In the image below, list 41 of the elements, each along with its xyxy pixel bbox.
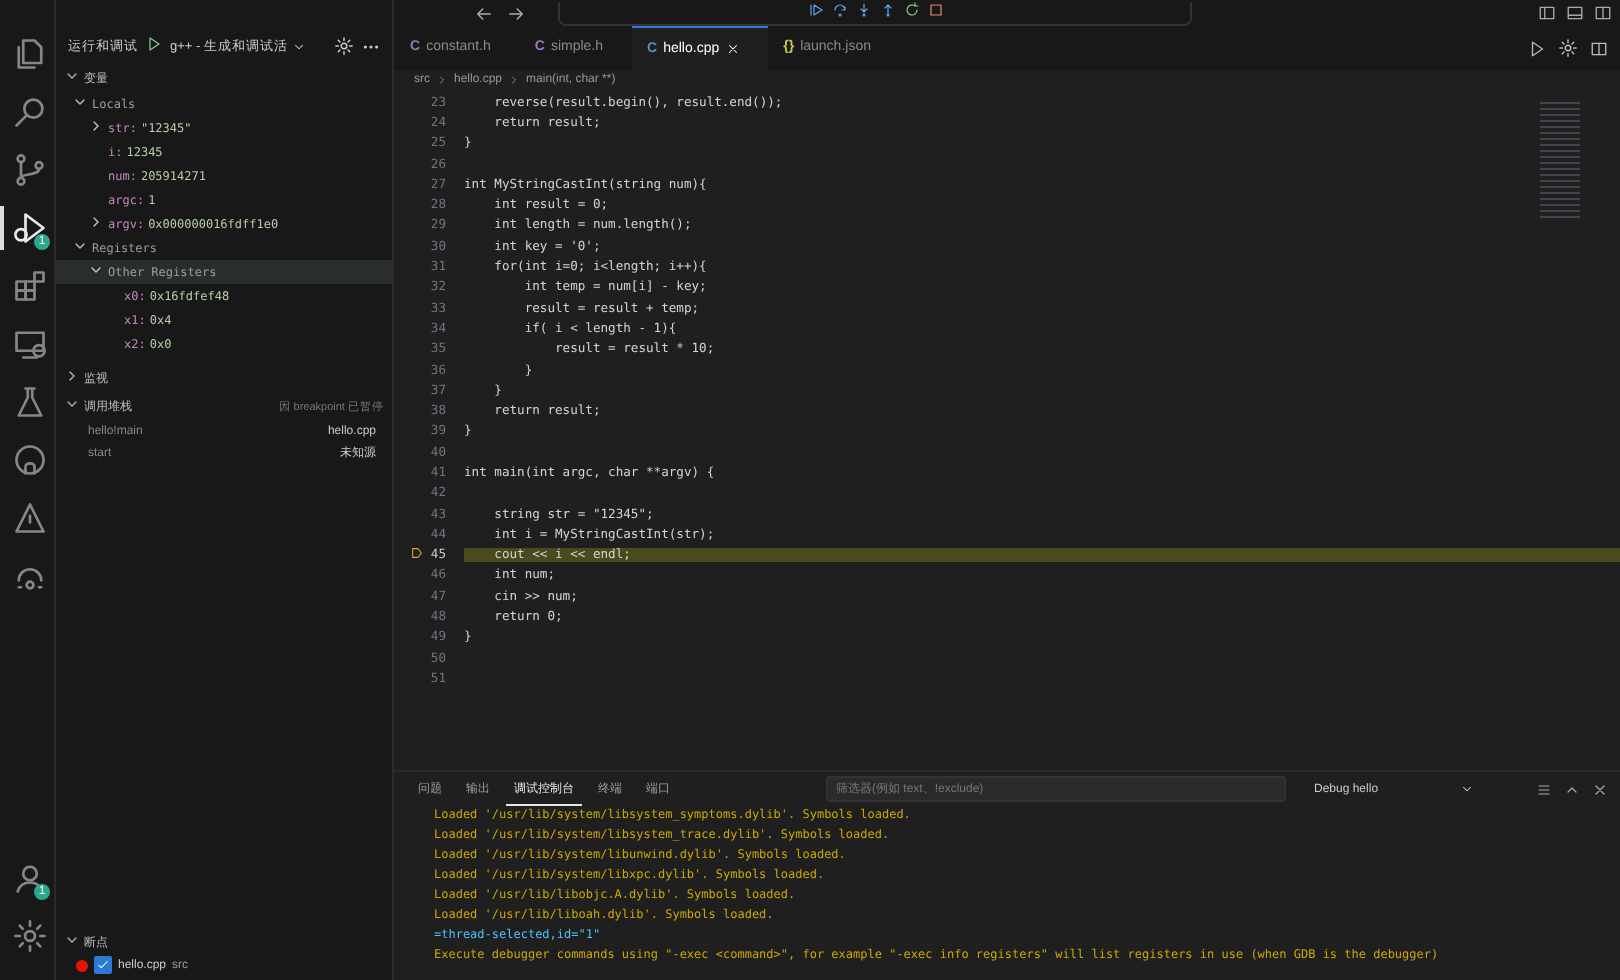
restart-icon [903, 2, 919, 18]
split-layout-icon [1594, 4, 1612, 22]
chevron-right-icon [436, 74, 448, 86]
chevron-right-icon [88, 214, 104, 230]
chevron-right-icon [508, 74, 521, 86]
run-icon [1528, 39, 1546, 57]
triangle-icon [11, 500, 47, 536]
extensions-icon [11, 268, 47, 304]
step-out-icon [879, 2, 895, 18]
chevron-down-icon [291, 39, 306, 53]
stop-icon [927, 2, 943, 18]
step-into-icon [855, 2, 871, 18]
close-icon [1592, 781, 1608, 797]
files-icon [11, 36, 47, 72]
forward-arrow-icon [506, 3, 526, 23]
chevron-down-icon [64, 396, 80, 412]
continue-icon [807, 2, 823, 18]
check-icon [96, 958, 110, 972]
close-icon [725, 41, 740, 55]
run-debug-icon [11, 210, 47, 246]
settings-icon [334, 36, 354, 56]
chevron-down-icon [1460, 782, 1474, 796]
chevron-right-icon [88, 118, 104, 134]
flask-icon [11, 384, 47, 420]
branch-icon [11, 152, 47, 188]
chevron-right-icon [64, 368, 80, 384]
panel-layout-icon [1566, 4, 1584, 22]
sidebar-layout-icon [1538, 4, 1556, 22]
monitor-icon [11, 326, 47, 362]
back-arrow-icon [474, 3, 494, 23]
settings-icon [1558, 38, 1578, 58]
checkbox[interactable] [94, 956, 112, 974]
breakpoint-dot [76, 959, 88, 971]
chevron-down-icon [64, 932, 80, 948]
list-icon [1536, 781, 1552, 797]
current-line-arrow-icon [410, 546, 425, 561]
settings-icon [11, 918, 47, 954]
step-over-icon [831, 2, 847, 18]
play-icon [146, 36, 162, 52]
search-icon [11, 94, 47, 130]
split-editor-icon [1590, 39, 1608, 57]
